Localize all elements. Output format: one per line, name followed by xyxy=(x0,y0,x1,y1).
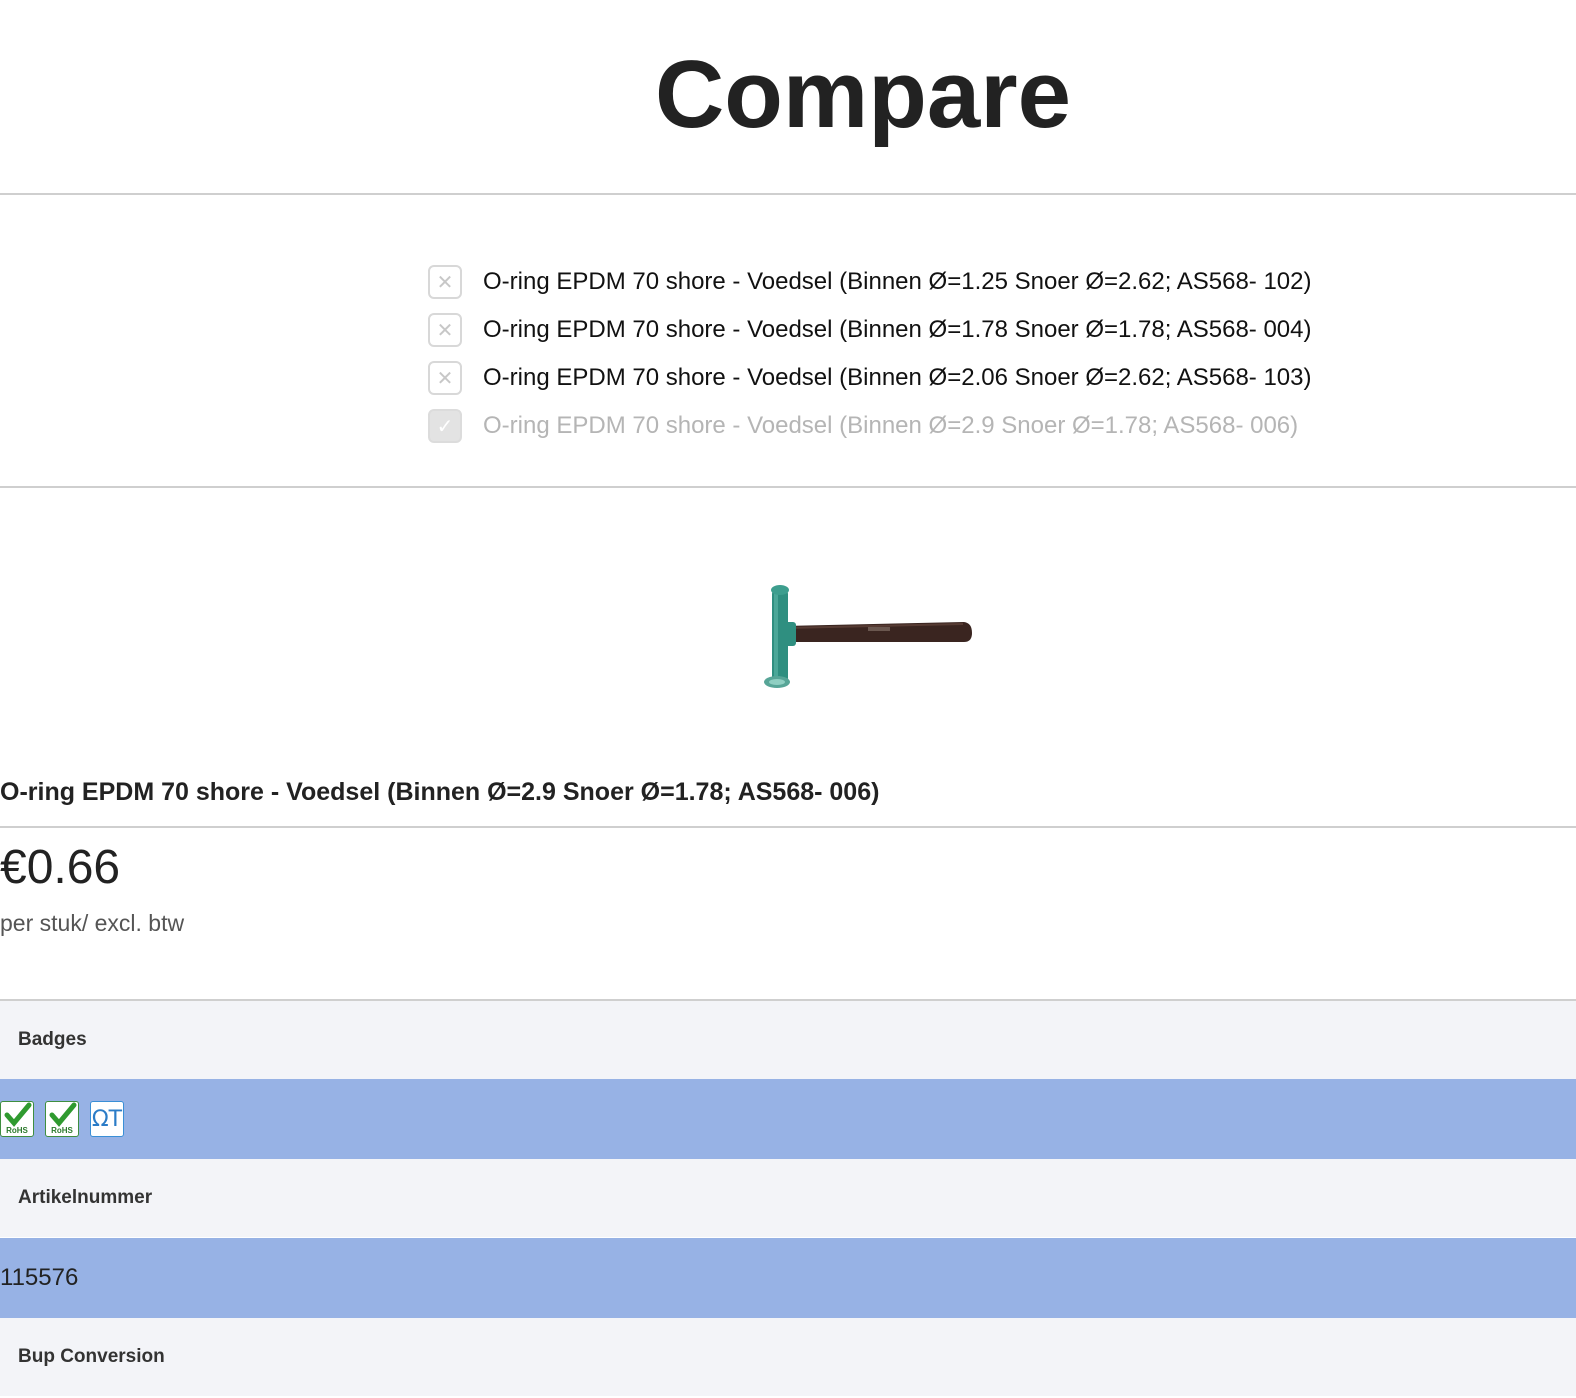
compare-item[interactable]: ✕ O-ring EPDM 70 shore - Voedsel (Binnen… xyxy=(428,258,1311,306)
badges-row: RoHS RoHS ΩT xyxy=(0,1079,1576,1159)
product-name[interactable]: O-ring EPDM 70 shore - Voedsel (Binnen Ø… xyxy=(0,778,879,807)
divider xyxy=(0,193,1576,195)
price-note: per stuk/ excl. btw xyxy=(0,910,185,936)
close-icon[interactable]: ✕ xyxy=(428,313,462,347)
qt-text: ΩT xyxy=(91,1106,123,1132)
page-title: Compare xyxy=(654,41,1072,148)
compare-item-label: O-ring EPDM 70 shore - Voedsel (Binnen Ø… xyxy=(483,268,1312,295)
compare-item-label: O-ring EPDM 70 shore - Voedsel (Binnen Ø… xyxy=(483,412,1299,439)
compare-item-selected[interactable]: ✓ O-ring EPDM 70 shore - Voedsel (Binnen… xyxy=(428,402,1311,450)
compare-item[interactable]: ✕ O-ring EPDM 70 shore - Voedsel (Binnen… xyxy=(428,354,1311,402)
artikelnummer-row: 115576 xyxy=(0,1238,1576,1318)
hammer-image xyxy=(758,582,976,690)
artikelnummer-label: Artikelnummer xyxy=(18,1187,153,1208)
close-icon[interactable]: ✕ xyxy=(428,361,462,395)
compare-item-label: O-ring EPDM 70 shore - Voedsel (Binnen Ø… xyxy=(483,364,1312,391)
rohs-text: RoHS xyxy=(51,1126,73,1135)
compare-item-label: O-ring EPDM 70 shore - Voedsel (Binnen Ø… xyxy=(483,316,1312,343)
bup-conversion-label: Bup Conversion xyxy=(18,1346,165,1367)
rohs-text: RoHS xyxy=(6,1126,28,1135)
badges-label: Badges xyxy=(18,1029,87,1050)
artikelnummer-header: Artikelnummer xyxy=(0,1159,1576,1237)
check-icon[interactable]: ✓ xyxy=(428,409,462,443)
artikelnummer-value: 115576 xyxy=(0,1264,79,1291)
badges-header: Badges xyxy=(0,1001,1576,1079)
rohs-badge-icon: RoHS xyxy=(45,1101,79,1137)
compare-selector: ✕ O-ring EPDM 70 shore - Voedsel (Binnen… xyxy=(428,258,1311,450)
divider xyxy=(0,486,1576,488)
qt-badge-icon: ΩT xyxy=(90,1101,124,1137)
bup-conversion-header: Bup Conversion xyxy=(0,1318,1576,1396)
close-icon[interactable]: ✕ xyxy=(428,265,462,299)
divider xyxy=(0,826,1576,828)
compare-item[interactable]: ✕ O-ring EPDM 70 shore - Voedsel (Binnen… xyxy=(428,306,1311,354)
rohs-badge-icon: RoHS xyxy=(0,1101,34,1137)
price: €0.66 xyxy=(0,841,121,894)
